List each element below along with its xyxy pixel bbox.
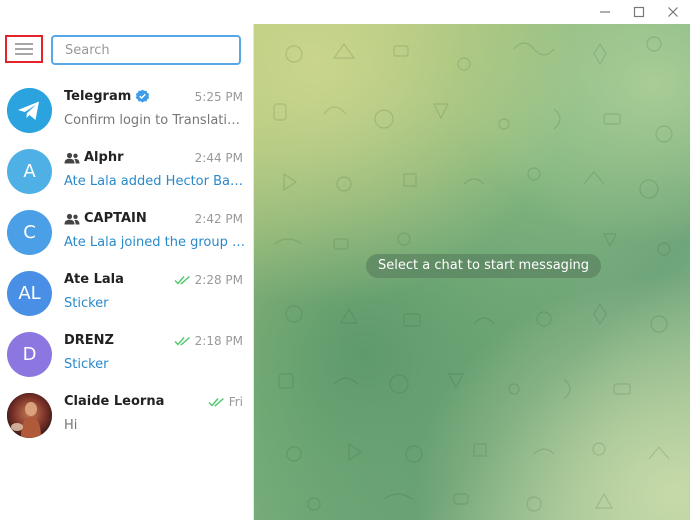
chat-name: Alphr <box>64 150 124 165</box>
chat-time-text: 2:42 PM <box>194 212 243 226</box>
double-check-icon <box>208 397 224 407</box>
chat-name-text: CAPTAIN <box>84 211 147 226</box>
chat-preview: Hi <box>64 418 78 433</box>
profile-photo-icon <box>7 393 52 438</box>
chat-time: Fri <box>208 395 243 409</box>
chat-name-text: Alphr <box>84 150 124 165</box>
chat-name-text: DRENZ <box>64 333 114 348</box>
chat-time: 2:18 PM <box>174 334 243 348</box>
chat-name-text: Telegram <box>64 89 132 104</box>
minimize-icon <box>600 11 610 13</box>
avatar: AL <box>7 271 52 316</box>
chat-name: DRENZ <box>64 333 114 348</box>
avatar-initials: D <box>22 344 37 365</box>
group-icon <box>64 152 80 163</box>
chat-time: 2:42 PM <box>195 212 243 226</box>
avatar <box>7 88 52 133</box>
avatar: A <box>7 149 52 194</box>
chat-time: 2:28 PM <box>174 273 243 287</box>
chat-item-claide-leorna[interactable]: Claide Leorna Fri Hi <box>0 387 253 448</box>
avatar-initials: AL <box>18 283 41 304</box>
chat-name-text: Ate Lala <box>64 272 124 287</box>
minimize-button[interactable] <box>588 0 622 24</box>
chat-item-captain[interactable]: C CAPTAIN 2:42 PM Ate Lala joined the gr… <box>0 204 253 265</box>
chat-item-alphr[interactable]: A Alphr 2:44 PM Ate Lala added Hector Ba… <box>0 143 253 204</box>
chat-time: 5:25 PM <box>195 90 243 104</box>
chat-name-text: Claide Leorna <box>64 394 165 409</box>
telegram-logo-icon <box>7 88 52 133</box>
chat-preview: Ate Lala added Hector Barbo... <box>64 174 246 189</box>
chat-time-text: 2:44 PM <box>194 151 243 165</box>
close-button[interactable] <box>656 0 690 24</box>
empty-state-message: Select a chat to start messaging <box>366 254 602 278</box>
maximize-button[interactable] <box>622 0 656 24</box>
chat-list: Telegram 5:25 PM Confirm login to Transl… <box>0 82 253 448</box>
chat-sidebar: Telegram 5:25 PM Confirm login to Transl… <box>0 24 254 520</box>
chat-name: Ate Lala <box>64 272 124 287</box>
chat-item-drenz[interactable]: D DRENZ 2:18 PM Sticker <box>0 326 253 387</box>
verified-badge-icon <box>136 89 150 103</box>
group-icon <box>64 213 80 224</box>
chat-preview: Confirm login to Translations... <box>64 113 246 128</box>
chat-preview: Sticker <box>64 296 109 311</box>
chat-name: Claide Leorna <box>64 394 164 409</box>
main-menu-button[interactable] <box>5 35 43 63</box>
chat-name: CAPTAIN <box>64 211 147 226</box>
chat-time: 2:44 PM <box>195 151 243 165</box>
avatar-initials: C <box>23 222 36 243</box>
double-check-icon <box>174 336 190 346</box>
avatar-initials: A <box>23 161 36 182</box>
avatar: C <box>7 210 52 255</box>
avatar <box>7 393 52 438</box>
chat-time-text: 2:18 PM <box>194 334 243 348</box>
chat-time-text: Fri <box>228 395 243 409</box>
maximize-icon <box>633 6 645 18</box>
telegram-window: Telegram 5:25 PM Confirm login to Transl… <box>0 0 690 520</box>
chat-time-text: 2:28 PM <box>194 273 243 287</box>
chat-area: Select a chat to start messaging <box>254 24 690 520</box>
chat-time-text: 5:25 PM <box>194 90 243 104</box>
double-check-icon <box>174 275 190 285</box>
chat-name: Telegram <box>64 89 150 104</box>
chat-item-ate-lala[interactable]: AL Ate Lala 2:28 PM Sticker <box>0 265 253 326</box>
search-input[interactable] <box>51 35 241 65</box>
close-icon <box>668 7 678 17</box>
chat-preview: Ate Lala joined the group via ... <box>64 235 246 250</box>
avatar: D <box>7 332 52 377</box>
title-bar <box>0 0 690 25</box>
hamburger-menu-icon <box>15 43 33 55</box>
chat-item-telegram[interactable]: Telegram 5:25 PM Confirm login to Transl… <box>0 82 253 143</box>
chat-preview: Sticker <box>64 357 109 372</box>
